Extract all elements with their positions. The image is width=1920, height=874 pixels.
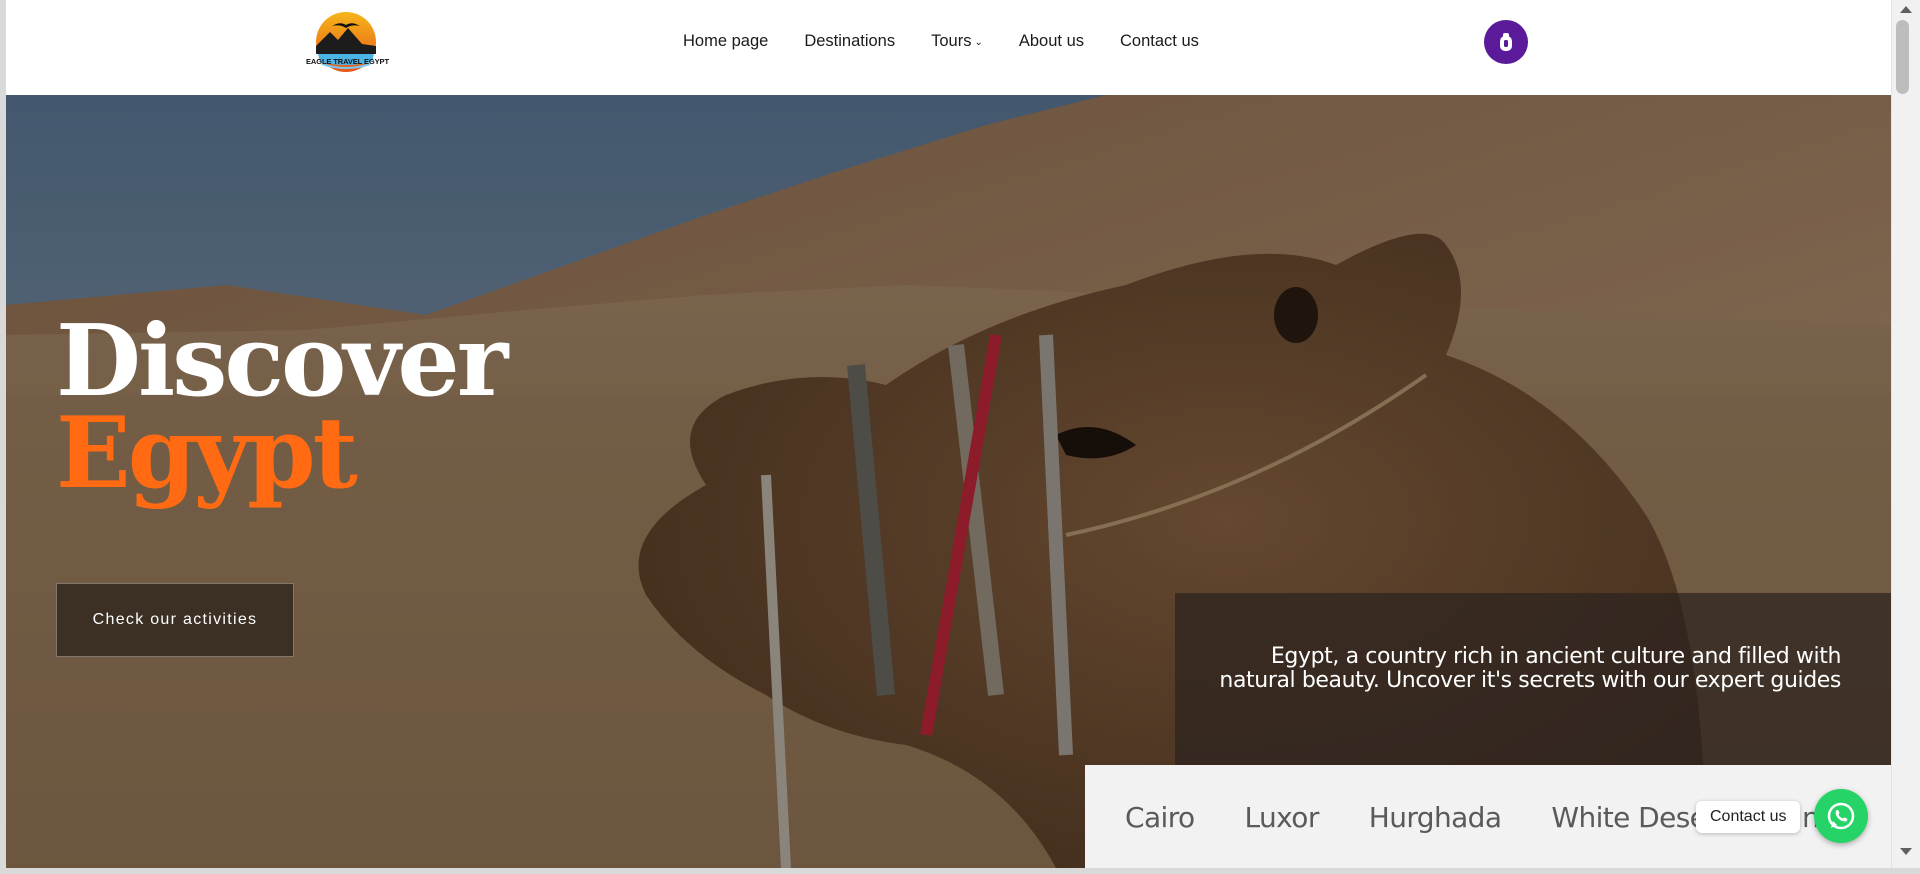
scroll-thumb[interactable] <box>1896 20 1909 94</box>
scroll-up-arrow-icon[interactable] <box>1900 6 1912 13</box>
destination-luxor[interactable]: Luxor <box>1245 801 1320 834</box>
user-button[interactable] <box>1484 20 1528 64</box>
window-bottom-edge <box>0 868 1920 874</box>
nav-tours[interactable]: Tours ⌄ <box>931 32 983 51</box>
vertical-scrollbar[interactable] <box>1891 0 1920 868</box>
nav-contact-label: Contact us <box>1120 32 1199 50</box>
floating-contact-label[interactable]: Contact us <box>1696 801 1801 833</box>
user-icon <box>1500 33 1512 51</box>
hero-section: Discover Egypt Check our activities Egyp… <box>6 95 1891 868</box>
check-activities-button[interactable]: Check our activities <box>56 583 294 657</box>
scroll-down-arrow-icon[interactable] <box>1900 848 1912 855</box>
nav-home-label: Home page <box>683 32 769 50</box>
whatsapp-button[interactable] <box>1814 789 1868 843</box>
destination-hurghada[interactable]: Hurghada <box>1369 801 1502 834</box>
hero-quote-text: Egypt, a country rich in ancient culture… <box>1219 644 1841 693</box>
whatsapp-icon <box>1827 802 1855 830</box>
nav-about-label: About us <box>1018 32 1085 50</box>
logo-name: EAGLE TRAVEL EGYPT <box>306 57 389 66</box>
site-header: EAGLE TRAVEL EGYPT Home page Destination… <box>6 0 1891 95</box>
destination-cairo[interactable]: Cairo <box>1125 801 1195 834</box>
nav-destinations-label: Destinations <box>804 32 896 50</box>
nav-about[interactable]: About us <box>1019 32 1084 51</box>
nav-contact[interactable]: Contact us <box>1120 32 1199 51</box>
page: EAGLE TRAVEL EGYPT Home page Destination… <box>6 0 1891 868</box>
nav-tours-label: Tours <box>931 32 972 50</box>
nav-home[interactable]: Home page <box>683 32 768 51</box>
chevron-down-icon: ⌄ <box>974 37 983 48</box>
main-nav: Home page Destinations Tours ⌄ About us … <box>683 32 1235 51</box>
nav-destinations[interactable]: Destinations <box>804 32 895 51</box>
hero-quote-box: Egypt, a country rich in ancient culture… <box>1175 593 1891 768</box>
logo[interactable]: EAGLE TRAVEL EGYPT <box>306 10 389 74</box>
hero-title-line2: Egypt <box>56 396 358 511</box>
